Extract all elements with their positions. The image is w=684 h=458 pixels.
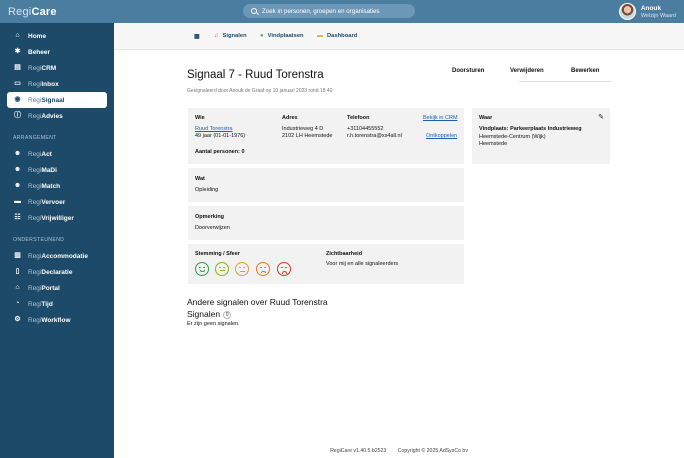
section-label-arrangement: ARRANGEMENT: [13, 135, 57, 141]
sidebar: ⌂ Home ✱ Beheer ▤ Regi CRM ▭ Regi Inbox ◉ Regi S…: [0, 23, 114, 458]
where-card: Waar ✎ Vindplaats: Parkeerplaats Industr…: [472, 108, 610, 164]
remark-value: Doorverwijzen: [195, 225, 230, 231]
edit-button[interactable]: Bewerken: [571, 68, 599, 74]
document-icon: ▯: [15, 268, 20, 275]
app-logo[interactable]: RegiCare: [0, 6, 114, 18]
neutral-face-icon[interactable]: [235, 262, 249, 276]
user-organisation: Welzijn Waard: [640, 12, 676, 19]
person-count: Aantal personen: 0: [195, 149, 245, 155]
signals-subheading: Signalen 0: [187, 309, 232, 319]
eye-icon: ◉: [14, 96, 21, 103]
unlink-link[interactable]: Ontkoppelen: [426, 132, 457, 140]
page-title: Signaal 7 - Ruud Torenstra: [187, 69, 324, 81]
users-icon: ☻: [13, 150, 22, 157]
pencil-icon[interactable]: ✎: [598, 113, 604, 121]
search-placeholder: Zoek in personen, groepen en organisatie…: [262, 7, 380, 15]
sidebar-item-regiworkflow[interactable]: ⚙ Regi Workflow: [7, 312, 107, 328]
what-label: Wat: [195, 176, 205, 182]
who-card: Wie Adres Telefoon Bekijk in CRM Ruud To…: [188, 108, 464, 164]
tab-dashboard[interactable]: ▬ Dashboard: [317, 33, 357, 39]
signals-count-badge: 0: [223, 310, 232, 319]
sidebar-item-regiportal[interactable]: ⌂ Regi Portal: [7, 280, 107, 296]
sidebar-item-regitijd[interactable]: ◔ Regi Tijd: [7, 296, 107, 312]
workflow-icon: ⚙: [14, 316, 21, 323]
sidebar-item-regimatch[interactable]: ☻ Regi Match: [7, 178, 107, 194]
bell-icon: ♫: [214, 33, 219, 39]
where-town: Heemstede: [479, 141, 508, 147]
sidebar-item-beheer[interactable]: ✱ Beheer: [7, 44, 107, 60]
very-sad-face-icon[interactable]: [277, 262, 291, 276]
id-card-icon: ▤: [14, 64, 21, 71]
user-menu[interactable]: Anouk Welzijn Waard: [618, 3, 676, 20]
phone-label: Telefoon: [347, 115, 370, 121]
forward-button[interactable]: Doorsturen: [452, 68, 484, 74]
grid-icon: ▦: [194, 34, 200, 40]
map-pin-icon: ●: [260, 33, 264, 39]
sidebar-item-regivervoer[interactable]: ▬ Regi Vervoer: [7, 194, 107, 210]
sidebar-item-regiinbox[interactable]: ▭ Regi Inbox: [7, 76, 107, 92]
sad-face-icon[interactable]: [256, 262, 270, 276]
tab-grid[interactable]: ▦: [194, 33, 204, 40]
page-subtitle: Gesignaleerd door Anouk de Graaf op 10 j…: [187, 88, 333, 94]
house-icon: ⌂: [15, 284, 20, 291]
sidebar-item-regiact[interactable]: ☻ Regi Act: [7, 146, 107, 162]
mood-card: Stemming / Sfeer Zichtbaarheid Voor mij …: [188, 244, 464, 284]
what-card: Wat Opleiding: [188, 168, 464, 202]
search-input[interactable]: Zoek in personen, groepen en organisatie…: [243, 4, 415, 18]
remark-label: Opmerking: [195, 214, 225, 220]
sidebar-item-home[interactable]: ⌂ Home: [7, 28, 107, 44]
where-place: Vindplaats: Parkeerplaats Industrieweg: [479, 126, 582, 132]
who-label: Wie: [195, 115, 205, 121]
person-age: 49 jaar (01-01-1976): [195, 133, 246, 139]
module-tabs: ▦ ♫ Signalen ● Vindplaatsen ▬ Dashboard: [114, 23, 684, 50]
remark-card: Opmerking Doorverwijzen: [188, 206, 464, 240]
footer-version: RegiCare v1.40.5 b2523: [330, 448, 387, 454]
delete-button[interactable]: Verwijderen: [510, 68, 544, 74]
sidebar-item-regivrijwilliger[interactable]: ☷ Regi Vrijwilliger: [7, 210, 107, 226]
sidebar-item-regideclaratie[interactable]: ▯ Regi Declaratie: [7, 264, 107, 280]
happy-face-icon[interactable]: [215, 262, 229, 276]
sidebar-item-regiadvies[interactable]: ⓘ Regi Advies: [7, 108, 107, 124]
users-icon: ☻: [13, 182, 22, 189]
view-in-crm-link[interactable]: Bekijk in CRM: [423, 114, 458, 122]
sidebar-item-regimadi[interactable]: ☻ Regi MaDi: [7, 162, 107, 178]
users-icon: ☻: [13, 166, 22, 173]
section-label-support: ONDERSTEUNEND: [13, 237, 65, 243]
address-city: 2102 LH Heemstede: [282, 133, 333, 139]
car-icon: ▬: [14, 198, 21, 205]
very-happy-face-icon[interactable]: [195, 262, 209, 276]
sidebar-item-regisignaal[interactable]: ◉ Regi Signaal: [7, 92, 107, 108]
inbox-icon: ▭: [14, 80, 21, 87]
empty-signals-text: Er zijn geen signalen.: [187, 321, 240, 327]
other-signals-heading: Andere signalen over Ruud Torenstra: [187, 297, 328, 307]
folder-icon: ▬: [317, 33, 323, 39]
building-icon: ▥: [14, 252, 21, 259]
visibility-value: Voor mij en alle signaleerders: [326, 261, 399, 267]
handshake-icon: ☷: [14, 214, 21, 221]
search-icon: [251, 8, 257, 14]
user-name: Anouk: [640, 4, 662, 12]
home-icon: ⌂: [15, 32, 20, 39]
address-label: Adres: [282, 115, 298, 121]
gear-icon: ✱: [14, 48, 21, 55]
stopwatch-icon: ◔: [15, 300, 20, 307]
visibility-label: Zichtbaarheid: [326, 251, 363, 257]
footer: RegiCare v1.40.5 b2523 Copyright © 2025 …: [114, 448, 684, 454]
tab-signalen[interactable]: ♫ Signalen: [214, 33, 247, 39]
email-address: r.h.torenstra@xs4all.nl: [347, 133, 402, 139]
top-bar: RegiCare Zoek in personen, groepen en or…: [0, 0, 684, 23]
divider: [519, 81, 611, 82]
mood-label: Stemming / Sfeer: [195, 251, 240, 257]
info-icon: ⓘ: [14, 112, 21, 119]
sidebar-item-regicrm[interactable]: ▤ Regi CRM: [7, 60, 107, 76]
what-value: Opleiding: [195, 187, 219, 193]
where-label: Waar: [479, 115, 493, 121]
sidebar-item-regiaccommodatie[interactable]: ▥ Regi Accommodatie: [7, 248, 107, 264]
footer-copyright: Copyright © 2025 AdSysCo bv: [397, 448, 468, 454]
tab-vindplaatsen[interactable]: ● Vindplaatsen: [260, 33, 304, 39]
main-content: Signaal 7 - Ruud Torenstra Gesignaleerd …: [114, 50, 684, 458]
avatar: [618, 3, 636, 20]
